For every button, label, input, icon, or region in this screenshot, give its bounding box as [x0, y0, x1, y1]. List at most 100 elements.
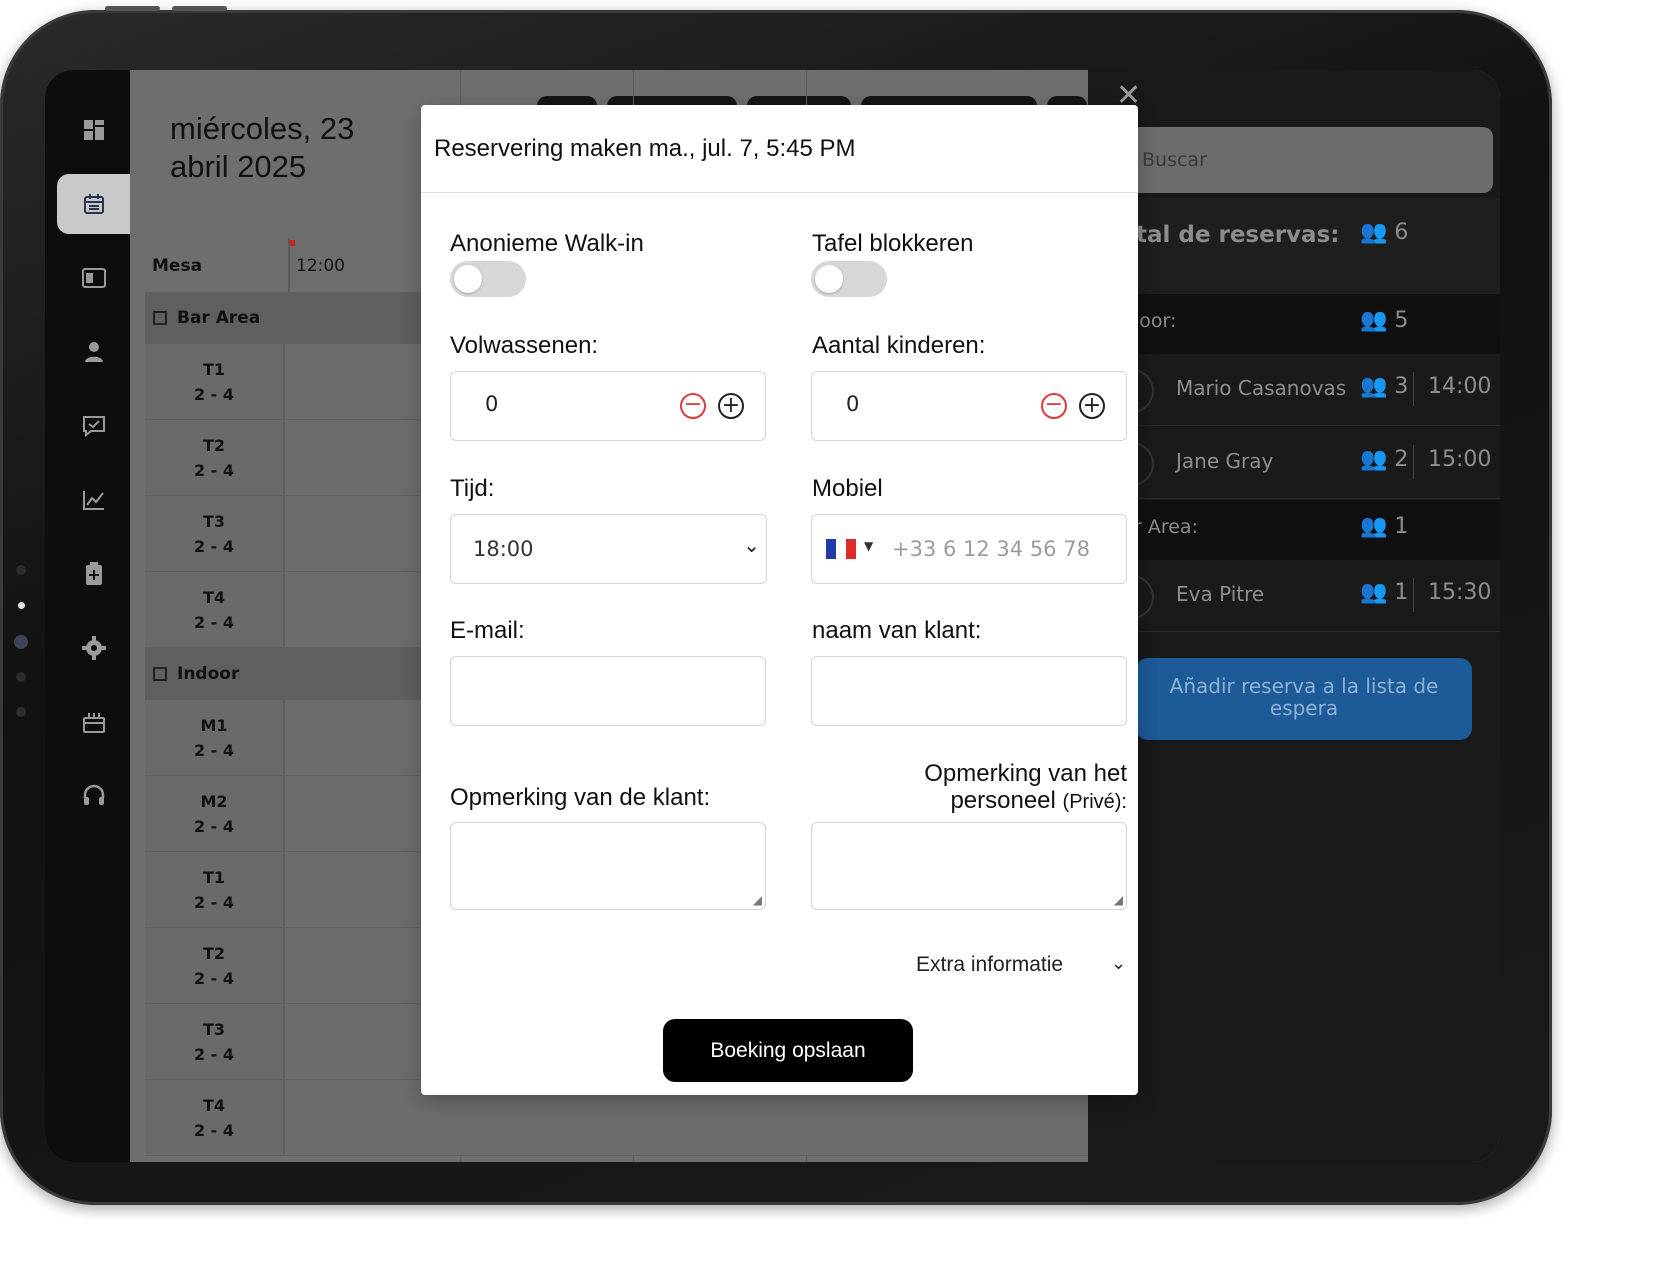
- headset-icon: [83, 784, 104, 805]
- reservation-item[interactable]: Jane Gray 👥 2 15:00: [1088, 427, 1500, 499]
- gift-icon: [82, 713, 105, 733]
- sidebar-item-calendar[interactable]: [57, 174, 130, 234]
- current-time-marker: [290, 240, 295, 246]
- area-name: Bar Area: [177, 308, 261, 328]
- sidebar-item-statistics[interactable]: [57, 470, 130, 530]
- sidebar: [45, 70, 130, 1162]
- reservation-item[interactable]: Eva Pitre 👥 1 15:30: [1088, 560, 1500, 632]
- table-capacity: 2 - 4: [193, 968, 235, 988]
- table-capacity: 2 - 4: [193, 1044, 235, 1064]
- reservation-guests: 2: [1394, 447, 1409, 472]
- date-line-2: abril 2025: [170, 149, 307, 184]
- staff-note-label: Opmerking van het personeel (Privé):: [811, 760, 1127, 816]
- chevron-down-icon: ⌄: [743, 533, 760, 557]
- create-reservation-modal: Reservering maken ma., jul. 7, 5:45 PM A…: [421, 105, 1138, 1095]
- staff-note-label-line2: personeel: [950, 787, 1056, 814]
- sidebar-item-support[interactable]: [57, 766, 130, 826]
- client-name-field[interactable]: [811, 656, 1127, 726]
- dashboard-icon: [83, 120, 104, 140]
- add-waitlist-button[interactable]: Añadir reserva a la lista de espera: [1136, 658, 1472, 740]
- time-column-header: 12:00: [296, 256, 345, 276]
- mobile-placeholder: +33 6 12 34 56 78: [892, 537, 1090, 561]
- total-reservations: tal de reservas: 👥 6: [1088, 198, 1500, 294]
- france-flag-icon[interactable]: [826, 539, 856, 559]
- table-capacity: 2 - 4: [193, 612, 235, 632]
- resize-grip-icon[interactable]: ◢: [753, 893, 762, 907]
- staff-note-private: (Privé):: [1062, 791, 1127, 813]
- reservation-name: Eva Pitre: [1176, 582, 1265, 606]
- adults-value: 0: [485, 392, 499, 416]
- date-line-1: miércoles, 23: [170, 111, 355, 146]
- reservation-name: Mario Casanovas: [1176, 376, 1347, 400]
- extra-info-toggle[interactable]: Extra informatie ⌄: [916, 953, 1126, 977]
- table-capacity: 2 - 4: [193, 460, 235, 480]
- mobile-input[interactable]: ▼ +33 6 12 34 56 78: [811, 514, 1127, 584]
- reservation-guests: 3: [1394, 374, 1409, 399]
- table-capacity: 2 - 4: [193, 816, 235, 836]
- adults-label: Volwassenen:: [450, 332, 599, 359]
- table-capacity: 2 - 4: [193, 536, 235, 556]
- section-label: r Area:: [1134, 516, 1198, 538]
- staff-note-label-line1: Opmerking van het: [924, 760, 1127, 787]
- resize-grip-icon[interactable]: ◢: [1114, 893, 1123, 907]
- sidebar-item-clipboard[interactable]: [57, 544, 130, 604]
- client-note-textarea[interactable]: ◢: [450, 822, 766, 910]
- sidebar-item-reviews[interactable]: [57, 396, 130, 456]
- time-select[interactable]: 18:00 ⌄: [450, 514, 767, 584]
- section-label: loor:: [1134, 310, 1177, 332]
- staff-note-textarea[interactable]: ◢: [811, 822, 1127, 910]
- sidebar-item-gifts[interactable]: [57, 692, 130, 752]
- extra-info-label: Extra informatie: [916, 953, 1064, 976]
- minus-icon[interactable]: −: [680, 393, 706, 419]
- table-name: T4: [202, 1095, 226, 1115]
- save-booking-button[interactable]: Boeking opslaan: [663, 1019, 913, 1082]
- total-count-value: 6: [1394, 220, 1409, 245]
- people-icon: 👥: [1360, 447, 1388, 472]
- plus-icon[interactable]: +: [718, 393, 744, 419]
- area-name: Indoor: [177, 664, 240, 684]
- chevron-down-icon: ⌄: [1111, 953, 1127, 973]
- collapse-icon: [153, 311, 167, 325]
- search-input[interactable]: Buscar: [1118, 127, 1493, 193]
- children-stepper[interactable]: 0 − +: [811, 371, 1127, 441]
- children-label: Aantal kinderen:: [812, 332, 986, 359]
- table-capacity: 2 - 4: [193, 892, 235, 912]
- current-date: miércoles, 23 abril 2025: [170, 110, 354, 186]
- table-name: T2: [202, 943, 226, 963]
- modal-title: Reservering maken ma., jul. 7, 5:45 PM: [421, 105, 1138, 193]
- table-name: T1: [202, 867, 226, 887]
- section-count: 1: [1394, 514, 1409, 539]
- user-icon: [84, 342, 103, 362]
- table-name: T4: [202, 587, 226, 607]
- people-icon: 👥: [1360, 308, 1388, 333]
- collapse-icon: [153, 667, 167, 681]
- client-note-label: Opmerking van de klant:: [450, 784, 711, 811]
- table-name: T3: [202, 511, 226, 531]
- total-label: tal de reservas:: [1136, 222, 1340, 248]
- sidebar-item-dashboard[interactable]: [57, 100, 130, 160]
- mobile-label: Mobiel: [812, 475, 883, 502]
- children-value: 0: [846, 392, 860, 416]
- reservation-time: 15:00: [1428, 447, 1492, 472]
- walkin-toggle[interactable]: [450, 261, 526, 297]
- reservations-panel: ✕ Buscar tal de reservas: 👥 6 loor: 👥 5 …: [1088, 70, 1500, 1162]
- table-name: T1: [202, 359, 226, 379]
- people-icon: 👥: [1360, 514, 1388, 539]
- section-count: 5: [1394, 308, 1409, 333]
- time-label: Tijd:: [450, 475, 495, 502]
- reservation-item[interactable]: Mario Casanovas 👥 3 14:00: [1088, 354, 1500, 426]
- gear-icon: [81, 636, 106, 660]
- section-header-indoor: loor: 👥 5: [1088, 294, 1500, 354]
- plus-icon[interactable]: +: [1079, 393, 1105, 419]
- sidebar-item-settings[interactable]: [57, 618, 130, 678]
- sidebar-item-floorplan[interactable]: [57, 248, 130, 308]
- table-name: M2: [200, 791, 228, 811]
- people-icon: 👥: [1360, 374, 1388, 399]
- block-table-toggle[interactable]: [811, 261, 887, 297]
- minus-icon[interactable]: −: [1041, 393, 1067, 419]
- adults-stepper[interactable]: 0 − +: [450, 371, 766, 441]
- sidebar-item-customers[interactable]: [57, 322, 130, 382]
- floorplan-icon: [81, 268, 106, 288]
- email-label: E-mail:: [450, 617, 525, 644]
- email-field[interactable]: [450, 656, 766, 726]
